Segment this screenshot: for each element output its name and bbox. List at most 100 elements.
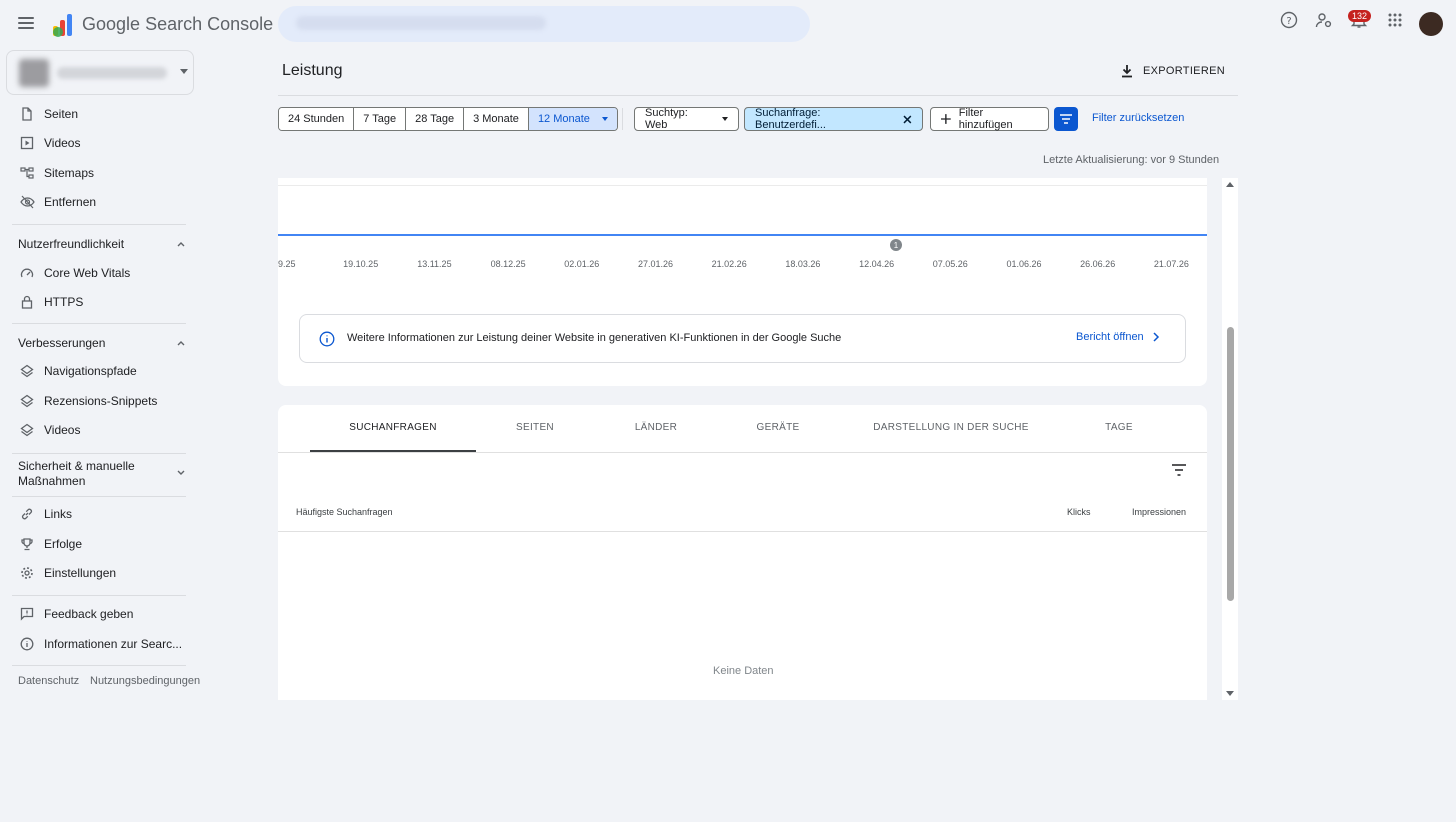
content-scrollbar[interactable] — [1222, 178, 1238, 700]
chart-annotation-marker[interactable]: 1 — [890, 239, 902, 251]
sidebar-item-einstellungen[interactable]: Einstellungen — [12, 559, 186, 587]
x-tick-label: 08.12.25 — [490, 259, 526, 269]
tab-tage[interactable]: TAGE — [1105, 422, 1133, 433]
open-report-link[interactable]: Bericht öffnen — [1076, 331, 1160, 343]
scroll-up-arrow[interactable] — [1226, 182, 1234, 187]
header-divider — [278, 95, 1238, 96]
scrollbar-thumb[interactable] — [1227, 327, 1234, 601]
top-bar: Google Search Console ? 132 — [0, 0, 1456, 48]
page-title: Leistung — [282, 62, 343, 79]
notification-badge: 132 — [1348, 10, 1372, 22]
link-icon — [18, 505, 36, 523]
x-tick-label: 07.05.26 — [932, 259, 968, 269]
speed-icon — [18, 264, 36, 282]
sidebar-item-label: Navigationspfade — [44, 364, 137, 378]
range-7-tage[interactable]: 7 Tage — [354, 108, 407, 130]
sidebar-item-entfernen[interactable]: Entfernen — [12, 188, 186, 216]
active-tab-indicator — [310, 450, 476, 452]
query-filter-chip[interactable]: Suchanfrage: Benutzerdefi... — [744, 107, 923, 131]
tab-geraete[interactable]: GERÄTE — [757, 422, 800, 433]
reset-filters-link[interactable]: Filter zurücksetzen — [1092, 112, 1184, 124]
filter-list-icon — [1060, 114, 1072, 124]
sidebar-item-label: Seiten — [44, 107, 79, 121]
property-favicon — [19, 59, 49, 87]
main-menu-icon[interactable] — [16, 14, 36, 34]
close-icon[interactable] — [903, 115, 912, 124]
x-tick-label: 26.06.26 — [1080, 259, 1116, 269]
sidebar-item-feedback[interactable]: Feedback geben — [12, 600, 186, 628]
chevron-up-icon[interactable] — [177, 339, 185, 347]
help-icon[interactable]: ? — [1277, 8, 1301, 32]
tab-darstellung[interactable]: DARSTELLUNG IN DER SUCHE — [873, 422, 1029, 433]
sidebar-item-https[interactable]: HTTPS — [12, 288, 186, 316]
sidebar-divider — [12, 665, 186, 666]
info-banner-text: Weitere Informationen zur Leistung deine… — [347, 332, 842, 344]
sidebar-item-label: Erfolge — [44, 537, 83, 551]
sidebar-divider — [12, 323, 186, 324]
range-3-monate[interactable]: 3 Monate — [464, 108, 529, 130]
range-24-stunden[interactable]: 24 Stunden — [279, 108, 355, 130]
tab-laender[interactable]: LÄNDER — [635, 422, 677, 433]
scroll-down-arrow[interactable] — [1226, 691, 1234, 696]
chevron-right-icon — [1153, 332, 1159, 342]
table-filter-icon[interactable] — [1171, 463, 1187, 477]
x-tick-label: 12.04.26 — [859, 259, 895, 269]
inspect-url-search-bar[interactable] — [278, 6, 810, 42]
export-button[interactable]: EXPORTIEREN — [1120, 62, 1225, 80]
chevron-up-icon[interactable] — [177, 240, 185, 248]
sidebar-item-links[interactable]: Links — [12, 500, 186, 528]
property-selector[interactable] — [6, 50, 194, 95]
section-sicherheit[interactable]: Sicherheit & manuelle Maßnahmen — [18, 459, 135, 489]
sidebar-item-rezensions-snippets[interactable]: Rezensions-Snippets — [12, 387, 186, 415]
sidebar-item-informationen[interactable]: Informationen zur Searc... — [12, 630, 186, 658]
chevron-down-icon — [180, 69, 188, 74]
dimensions-table-card: SUCHANFRAGEN SEITEN LÄNDER GERÄTE DARSTE… — [278, 405, 1207, 700]
gear-icon — [18, 564, 36, 582]
x-tick-label: 9.25 — [278, 259, 296, 269]
sidebar-item-label: Sitemaps — [44, 166, 95, 180]
chevron-down-icon[interactable] — [177, 469, 185, 477]
column-header-query[interactable]: Häufigste Suchanfragen — [296, 507, 393, 517]
privacy-link[interactable]: Datenschutz — [18, 675, 79, 687]
range-28-tage[interactable]: 28 Tage — [406, 108, 465, 130]
x-tick-label: 21.07.26 — [1153, 259, 1189, 269]
account-avatar[interactable] — [1419, 12, 1443, 36]
sidebar-item-seiten[interactable]: Seiten — [12, 100, 186, 128]
x-tick-label: 13.11.25 — [417, 259, 452, 269]
download-icon — [1122, 65, 1132, 78]
column-header-impressions[interactable]: Impressionen — [1132, 507, 1186, 517]
tab-seiten[interactable]: SEITEN — [516, 422, 554, 433]
section-nutzerfreundlichkeit[interactable]: Nutzerfreundlichkeit — [18, 237, 124, 251]
sidebar-item-videos[interactable]: Videos — [12, 129, 186, 157]
column-header-clicks[interactable]: Klicks — [1067, 507, 1091, 517]
sidebar-item-label: Informationen zur Searc... — [44, 637, 183, 651]
chevron-down-icon — [601, 117, 608, 121]
add-filter-button[interactable]: Filter hinzufügen — [930, 107, 1049, 131]
sidebar-item-erfolge[interactable]: Erfolge — [12, 530, 186, 558]
sidebar-divider — [12, 496, 186, 497]
plus-icon — [941, 114, 951, 124]
layers-icon — [18, 392, 36, 410]
sidebar-item-label: Core Web Vitals — [44, 266, 131, 280]
apps-grid-icon[interactable] — [1383, 8, 1407, 32]
sidebar-item-label: Einstellungen — [44, 566, 117, 580]
range-12-monate[interactable]: 12 Monate — [528, 108, 617, 130]
terms-link[interactable]: Nutzungsbedingungen — [90, 675, 200, 687]
user-settings-icon[interactable] — [1312, 8, 1336, 32]
feedback-icon — [18, 605, 36, 623]
search-console-logo — [53, 14, 72, 37]
sidebar-item-videos-enhancement[interactable]: Videos — [12, 416, 186, 444]
lock-icon — [18, 293, 36, 311]
svg-text:?: ? — [1286, 16, 1291, 27]
sidebar-item-navigationspfade[interactable]: Navigationspfade — [12, 357, 186, 385]
tab-suchanfragen[interactable]: SUCHANFRAGEN — [349, 422, 437, 433]
x-tick-label: 19.10.25 — [343, 259, 379, 269]
filter-options-button[interactable] — [1054, 107, 1078, 131]
chevron-down-icon — [722, 117, 728, 121]
sidebar-item-sitemaps[interactable]: Sitemaps — [12, 159, 186, 187]
search-type-filter[interactable]: Suchtyp: Web — [634, 107, 739, 131]
section-verbesserungen[interactable]: Verbesserungen — [18, 336, 105, 350]
eye-off-icon — [18, 193, 36, 211]
sidebar-item-core-web-vitals[interactable]: Core Web Vitals — [12, 259, 186, 287]
empty-state-text: Keine Daten — [713, 665, 774, 677]
